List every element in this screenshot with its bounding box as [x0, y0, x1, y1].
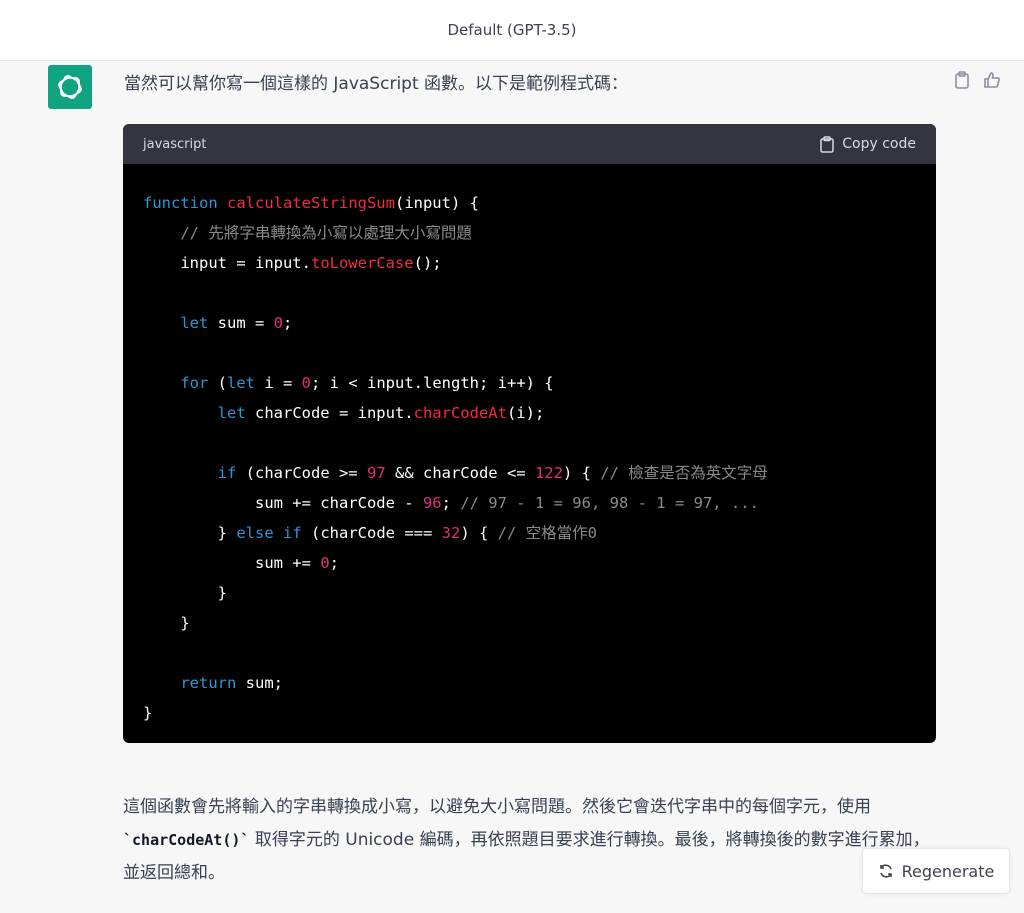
code-line: let sum = 0; — [180, 314, 293, 332]
model-label[interactable]: Default (GPT-3.5) — [447, 21, 576, 39]
code-line: if (charCode >= 97 && charCode <= 122) {… — [217, 464, 768, 482]
explanation-part-1: 這個函數會先將輸入的字串轉換成小寫，以避免大小寫問題。然後它會迭代字串中的每個字… — [123, 797, 871, 817]
code-block: javascript Copy code function calculateS… — [123, 124, 936, 743]
code-content: function calculateStringSum(input) { // … — [123, 164, 936, 728]
code-line: } — [143, 704, 153, 722]
code-line: function calculateStringSum(input) { — [143, 194, 479, 212]
code-line: return sum; — [180, 674, 283, 692]
code-line: // 先將字串轉換為小寫以處理大小寫問題 — [180, 224, 472, 242]
code-line: sum += 0; — [143, 554, 339, 572]
clipboard-icon[interactable] — [952, 70, 972, 90]
assistant-avatar — [48, 65, 92, 109]
assistant-intro-text: 當然可以幫你寫一個這樣的 JavaScript 函數。以下是範例程式碼： — [124, 74, 629, 94]
message-actions — [952, 70, 1002, 90]
code-line: for (let i = 0; i < input.length; i++) { — [180, 374, 554, 392]
copy-code-button[interactable]: Copy code — [820, 135, 916, 153]
copy-icon — [820, 135, 835, 153]
regenerate-label: Regenerate — [901, 861, 995, 881]
code-block-header: javascript Copy code — [123, 124, 936, 164]
inline-code: `charCodeAt()` — [123, 831, 250, 849]
regenerate-button[interactable]: Regenerate — [862, 848, 1010, 894]
code-language-label: javascript — [143, 136, 207, 152]
chatgpt-logo-icon — [58, 75, 82, 99]
copy-code-label: Copy code — [842, 136, 916, 152]
refresh-icon — [879, 864, 892, 878]
code-line: } else if (charCode === 32) { // 空格當作0 — [143, 524, 597, 542]
thumbs-up-icon[interactable] — [982, 70, 1002, 90]
code-line: sum += charCode - 96; // 97 - 1 = 96, 98… — [143, 494, 759, 512]
code-line: } — [143, 584, 227, 602]
code-line: } — [143, 614, 190, 632]
code-line: input = input.toLowerCase(); — [143, 254, 442, 272]
top-bar: Default (GPT-3.5) — [0, 0, 1024, 61]
explanation-text: 這個函數會先將輸入的字串轉換成小寫，以避免大小寫問題。然後它會迭代字串中的每個字… — [123, 791, 933, 890]
code-line: let charCode = input.charCodeAt(i); — [217, 404, 545, 422]
